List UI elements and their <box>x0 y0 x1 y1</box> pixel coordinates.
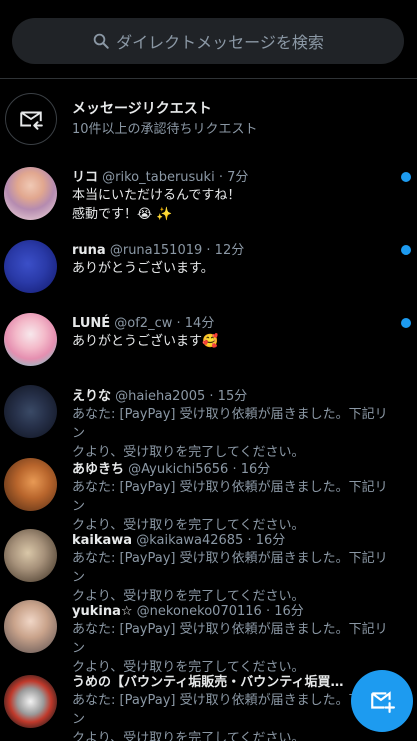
conversation-name: LUNÉ <box>72 316 111 331</box>
conversation-handle: @of2_cw <box>114 316 173 331</box>
separator: · <box>232 462 241 477</box>
unread-indicator <box>401 245 411 255</box>
conversation-preview: 本当にいただけるんですね！ 感動です！😭 ✨ <box>72 186 390 224</box>
new-message-button[interactable] <box>351 670 413 732</box>
divider <box>0 78 417 79</box>
conversation-preview: ありがとうございます🥰 <box>72 332 390 351</box>
conversation-row[interactable]: LUNÉ @of2_cw · 14分 ありがとうございます🥰 <box>0 312 417 370</box>
conversation-handle: @kaikawa42685 <box>136 533 244 548</box>
conversation-name: うめの【バウンティ垢販売・バウンティ垢買… <box>72 675 344 690</box>
conversation-row[interactable]: runa @runa151019 · 12分 ありがとうございます。 <box>0 239 417 297</box>
preview-line-2: クより、受け取りを完了してください。 <box>72 731 305 741</box>
conversation-row[interactable]: kaikawa @kaikawa42685 · 16分 あなた: [PayPay… <box>0 529 417 604</box>
conversation-row[interactable]: えりな @haieha2005 · 15分 あなた: [PayPay] 受け取り… <box>0 385 417 460</box>
preview-line-1: 本当にいただけるんですね！ <box>72 188 241 203</box>
conversation-name: えりな <box>72 389 112 404</box>
conversation-preview: あなた: [PayPay] 受け取り依頼が届きました。下記リン クより、受け取り… <box>72 691 390 741</box>
search-placeholder: ダイレクトメッセージを検索 <box>116 33 324 52</box>
separator: · <box>209 389 218 404</box>
preview-line-1: あなた: [PayPay] 受け取り依頼が届きました。下記リン <box>72 622 388 656</box>
conversation-time: 7分 <box>227 170 249 185</box>
new-message-icon <box>371 691 395 713</box>
conversation-header: あゆきち @Ayukichi5656 · 16分 <box>72 458 392 477</box>
conversation-preview: あなた: [PayPay] 受け取り依頼が届きました。下記リン クより、受け取り… <box>72 405 390 462</box>
avatar[interactable] <box>4 600 57 653</box>
separator: · <box>247 533 256 548</box>
conversation-preview: あなた: [PayPay] 受け取り依頼が届きました。下記リン クより、受け取り… <box>72 620 390 677</box>
conversation-name: kaikawa <box>72 533 133 548</box>
avatar[interactable] <box>4 529 57 582</box>
message-requests-row[interactable]: メッセージリクエスト 10件以上の承認待ちリクエスト <box>0 90 417 146</box>
separator: · <box>176 316 185 331</box>
preview-line-1: あなた: [PayPay] 受け取り依頼が届きました。下記リン <box>72 551 388 585</box>
preview-line-1: あなた: [PayPay] 受け取り依頼が届きました。下記リン <box>72 693 388 727</box>
conversation-time: 15分 <box>217 389 248 404</box>
search-icon <box>93 33 109 49</box>
conversation-name: runa <box>72 243 106 258</box>
unread-indicator <box>401 172 411 182</box>
conversation-header: runa @runa151019 · 12分 <box>72 239 392 258</box>
separator: · <box>265 604 275 619</box>
conversation-preview: あなた: [PayPay] 受け取り依頼が届きました。下記リン クより、受け取り… <box>72 478 390 535</box>
search-container: ダイレクトメッセージを検索 <box>12 18 404 64</box>
avatar[interactable] <box>4 458 57 511</box>
preview-line-1: ありがとうございます。 <box>72 261 214 276</box>
conversation-name: あゆきち <box>72 462 125 477</box>
conversation-handle: @nekoneko070116 <box>136 604 262 619</box>
conversation-time: 16分 <box>255 533 286 548</box>
separator: · <box>218 170 228 185</box>
preview-line-1: あなた: [PayPay] 受け取り依頼が届きました。下記リン <box>72 407 388 441</box>
conversation-time: 12分 <box>214 243 245 258</box>
conversation-time: 16分 <box>274 604 304 619</box>
message-requests-subtitle: 10件以上の承認待ちリクエスト <box>72 122 258 137</box>
conversation-header: えりな @haieha2005 · 15分 <box>72 385 392 404</box>
conversation-name: yukina☆ <box>72 604 133 619</box>
envelope-arrow-icon <box>5 93 57 145</box>
conversation-preview: あなた: [PayPay] 受け取り依頼が届きました。下記リン クより、受け取り… <box>72 549 390 606</box>
conversation-name: リコ <box>72 170 99 185</box>
preview-line-1: ありがとうございます🥰 <box>72 334 219 349</box>
conversation-header: kaikawa @kaikawa42685 · 16分 <box>72 529 392 548</box>
avatar[interactable] <box>4 385 57 438</box>
message-requests-title: メッセージリクエスト <box>72 101 212 117</box>
avatar[interactable] <box>4 313 57 366</box>
preview-line-2: 感動です！😭 ✨ <box>72 207 173 222</box>
conversation-header: リコ @riko_taberusuki · 7分 <box>72 166 392 185</box>
conversation-header: LUNÉ @of2_cw · 14分 <box>72 312 392 331</box>
avatar[interactable] <box>4 240 57 293</box>
conversation-row[interactable]: あゆきち @Ayukichi5656 · 16分 あなた: [PayPay] 受… <box>0 458 417 533</box>
conversation-time: 14分 <box>184 316 215 331</box>
conversation-handle: @riko_taberusuki <box>102 170 215 185</box>
conversation-time: 16分 <box>240 462 271 477</box>
conversation-row[interactable]: リコ @riko_taberusuki · 7分 本当にいただけるんですね！ 感… <box>0 166 417 224</box>
conversation-row[interactable]: yukina☆ @nekoneko070116 · 16分 あなた: [PayP… <box>0 600 417 675</box>
conversation-handle: @haieha2005 <box>115 389 206 404</box>
conversation-handle: @Ayukichi5656 <box>128 462 229 477</box>
separator: · <box>206 243 215 258</box>
conversation-header: うめの【バウンティ垢販売・バウンティ垢買… <box>72 671 392 690</box>
conversation-preview: ありがとうございます。 <box>72 259 390 278</box>
conversation-header: yukina☆ @nekoneko070116 · 16分 <box>72 600 392 619</box>
avatar[interactable] <box>4 675 57 728</box>
conversation-handle: @runa151019 <box>109 243 203 258</box>
search-input[interactable]: ダイレクトメッセージを検索 <box>12 18 404 64</box>
avatar[interactable] <box>4 167 57 220</box>
unread-indicator <box>401 318 411 328</box>
preview-line-1: あなた: [PayPay] 受け取り依頼が届きました。下記リン <box>72 480 388 514</box>
